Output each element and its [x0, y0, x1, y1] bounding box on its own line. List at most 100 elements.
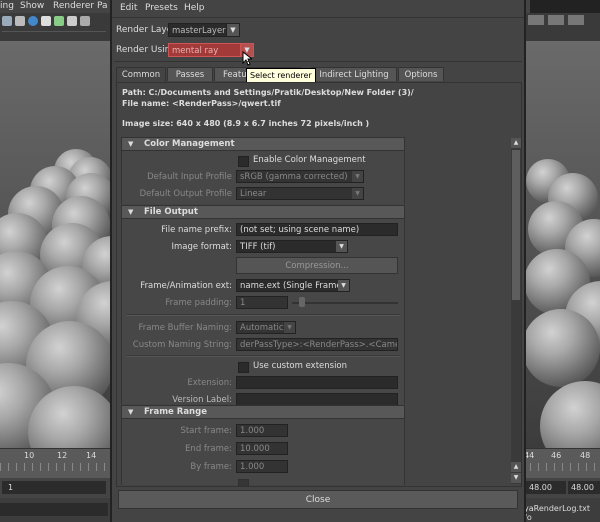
menu-edit[interactable]: Edit: [120, 3, 137, 13]
collapse-arrow-icon: ▼: [128, 208, 134, 216]
input-profile-label: Default Input Profile: [147, 172, 232, 182]
frame-animation-ext-value: name.ext (Single Frame): [240, 281, 345, 291]
slider-handle[interactable]: [299, 297, 305, 307]
frame-padding-label: Frame padding:: [165, 298, 232, 308]
file-name-info: File name: <RenderPass>/qwert.tif: [122, 99, 281, 108]
render-layer-label: Render Layer: [116, 25, 176, 35]
scroll-thumb[interactable]: [512, 150, 520, 300]
layout-icon[interactable]: [548, 15, 564, 25]
start-time-field[interactable]: 1: [2, 481, 106, 494]
tab-options[interactable]: Options: [398, 67, 444, 81]
use-custom-extension-checkbox[interactable]: [238, 362, 249, 373]
tick-label: 10: [24, 451, 35, 460]
menu-help[interactable]: Help: [184, 3, 205, 13]
menu-item-renderer[interactable]: Renderer: [53, 1, 94, 11]
use-custom-extension-label: Use custom extension: [253, 361, 348, 371]
checkbox-partial[interactable]: [238, 479, 249, 486]
divider: [126, 314, 400, 316]
chevron-down-icon: ▼: [352, 171, 363, 182]
output-profile-value: Linear: [240, 189, 267, 199]
extension-field[interactable]: [236, 376, 398, 389]
frame-buffer-naming-label: Frame Buffer Naming:: [138, 323, 232, 333]
end-frame-field[interactable]: 10.000: [236, 442, 288, 455]
tab-bar: Common Passes Featu Indirect Lighting Op…: [116, 67, 520, 82]
texture-icon[interactable]: [41, 16, 51, 26]
menu-item[interactable]: ing: [0, 1, 14, 11]
frame-buffer-naming-dropdown[interactable]: Automatic ▼: [236, 321, 296, 334]
menu-presets[interactable]: Presets: [145, 3, 178, 13]
sphere-icon[interactable]: [28, 16, 38, 26]
chevron-down-icon: ▼: [284, 322, 295, 333]
input-profile-value: sRGB (gamma corrected): [240, 172, 348, 182]
panel-scrollbar[interactable]: ▲ ▲ ▼: [511, 138, 521, 484]
chevron-down-icon: ▼: [352, 188, 363, 199]
layout-icons: [528, 15, 598, 25]
section-title: File Output: [144, 207, 198, 217]
custom-naming-string-label: Custom Naming String:: [132, 340, 232, 350]
section-frame-range[interactable]: ▼ Frame Range: [121, 405, 405, 419]
tick-label: 46: [551, 451, 562, 460]
frame-animation-ext-dropdown[interactable]: name.ext (Single Frame) ▼: [236, 279, 350, 292]
playback-end-field[interactable]: 48.00: [568, 481, 600, 494]
chevron-down-icon: ▼: [336, 241, 347, 252]
input-profile-dropdown[interactable]: sRGB (gamma corrected) ▼: [236, 170, 364, 183]
menu-item-panels[interactable]: Pa: [97, 1, 108, 11]
frame-padding-field[interactable]: 1: [236, 296, 288, 309]
common-tab-panel: Path: C:/Documents and Settings/Pratik/D…: [116, 82, 522, 487]
sphere-object: [522, 309, 600, 387]
custom-naming-string-field[interactable]: derPassType>:<RenderPass>.<Camera>: [236, 338, 398, 351]
tick-label: 48: [580, 451, 591, 460]
output-profile-dropdown[interactable]: Linear ▼: [236, 187, 364, 200]
close-button[interactable]: Close: [118, 490, 518, 509]
camera-icon[interactable]: [80, 16, 90, 26]
by-frame-label: By frame:: [190, 462, 232, 472]
extension-label: Extension:: [187, 378, 232, 388]
collapse-arrow-icon: ▼: [128, 140, 134, 148]
color-management-frame: Enable Color Management Default Input Pr…: [121, 151, 405, 204]
enable-color-management-checkbox[interactable]: [238, 156, 249, 167]
version-label-label: Version Label:: [172, 395, 232, 405]
light-icon[interactable]: [54, 16, 64, 26]
render-settings-window: Edit Presets Help Render Layer masterLay…: [110, 0, 526, 522]
dialog-menubar: Edit Presets Help: [112, 0, 524, 18]
section-title: Frame Range: [144, 407, 207, 417]
end-time-field[interactable]: 48.00: [526, 481, 566, 494]
shading-icon[interactable]: [2, 16, 12, 26]
render-layer-dropdown[interactable]: masterLayer ▼: [168, 23, 240, 37]
viewport-icons: [2, 16, 106, 26]
section-file-output[interactable]: ▼ File Output: [121, 205, 405, 219]
file-name-prefix-field[interactable]: (not set; using scene name): [236, 223, 398, 236]
image-format-dropdown[interactable]: TIFF (tif) ▼: [236, 240, 348, 253]
compression-button[interactable]: Compression...: [236, 257, 398, 274]
mouse-cursor-icon: [242, 51, 252, 66]
enable-color-management-label: Enable Color Management: [253, 155, 366, 165]
shadow-icon[interactable]: [67, 16, 77, 26]
chevron-down-icon: ▼: [226, 24, 239, 36]
scroll-up-icon[interactable]: ▲: [511, 462, 521, 472]
scroll-down-icon[interactable]: ▼: [511, 473, 521, 483]
tab-passes[interactable]: Passes: [167, 67, 213, 81]
image-format-value: TIFF (tif): [240, 242, 276, 252]
collapse-arrow-icon: ▼: [128, 408, 134, 416]
frame-padding-slider[interactable]: [292, 302, 398, 304]
file-output-frame: File name prefix: (not set; using scene …: [121, 219, 405, 406]
path-info: Path: C:/Documents and Settings/Pratik/D…: [122, 88, 414, 97]
menu-item-show[interactable]: Show: [20, 1, 44, 11]
tab-common[interactable]: Common: [116, 67, 166, 82]
section-title: Color Management: [144, 139, 235, 149]
scroll-up-icon[interactable]: ▲: [511, 138, 521, 148]
chevron-down-icon: ▼: [338, 280, 349, 291]
render-layer-value: masterLayer: [172, 26, 226, 36]
file-name-prefix-label: File name prefix:: [161, 225, 232, 235]
layout-icon[interactable]: [568, 15, 584, 25]
image-format-label: Image format:: [171, 242, 232, 252]
grid-icon[interactable]: [15, 16, 25, 26]
section-color-management[interactable]: ▼ Color Management: [121, 137, 405, 151]
tab-indirect-lighting[interactable]: Indirect Lighting: [311, 67, 397, 81]
status-area: [530, 0, 600, 13]
by-frame-field[interactable]: 1.000: [236, 460, 288, 473]
start-frame-field[interactable]: 1.000: [236, 424, 288, 437]
tooltip: Select renderer: [246, 68, 316, 83]
layout-icon[interactable]: [528, 15, 544, 25]
command-input[interactable]: [0, 503, 108, 516]
